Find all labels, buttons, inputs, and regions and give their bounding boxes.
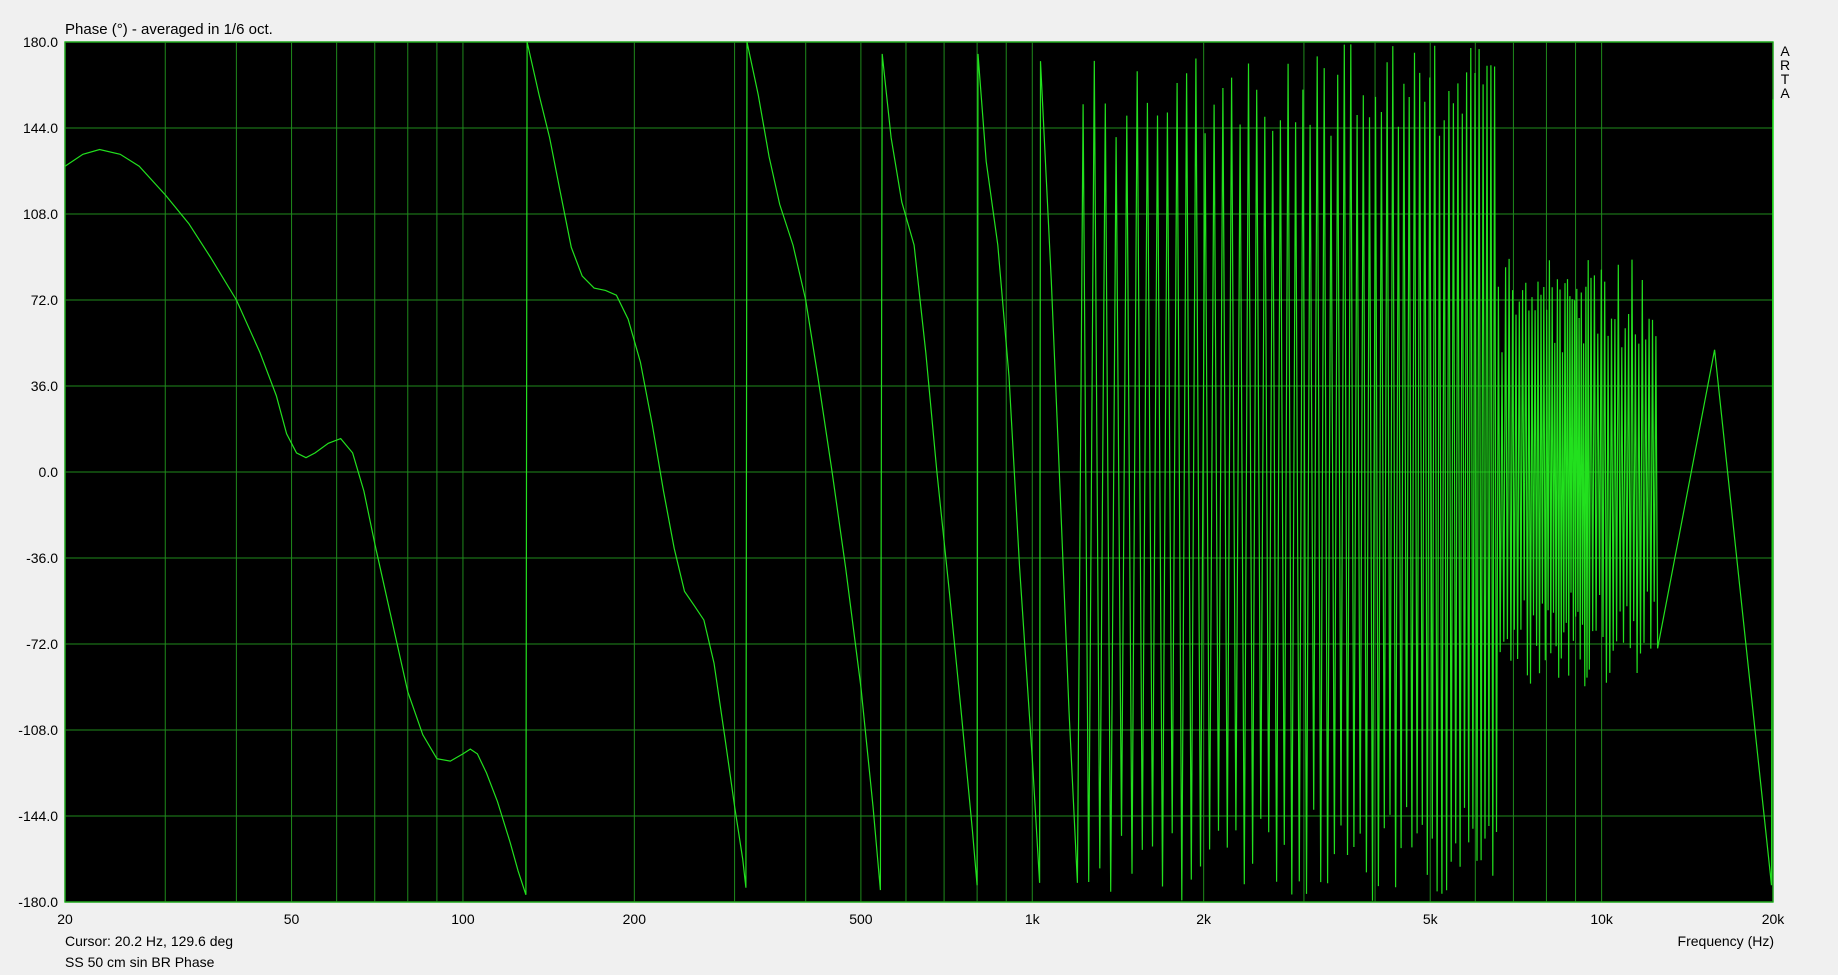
- x-axis-label: Frequency (Hz): [1677, 933, 1774, 949]
- arta-badge: ARTA: [1779, 43, 1791, 101]
- x-tick-label: 1k: [1024, 911, 1040, 927]
- y-tick-label: -144.0: [18, 808, 58, 824]
- x-tick-label: 20k: [1761, 911, 1785, 927]
- y-tick-label: 0.0: [38, 464, 58, 480]
- x-tick-label: 20: [57, 911, 73, 927]
- y-tick-label: 72.0: [30, 292, 58, 308]
- y-tick-label: -72.0: [26, 636, 58, 652]
- x-tick-label: 50: [283, 911, 300, 927]
- y-tick-label: 36.0: [30, 378, 58, 394]
- y-tick-label: 180.0: [22, 34, 58, 50]
- y-tick-label: -108.0: [18, 722, 58, 738]
- y-tick-label: 144.0: [22, 120, 58, 136]
- y-tick-label: 108.0: [22, 206, 58, 222]
- x-tick-label: 5k: [1422, 911, 1438, 927]
- x-tick-label: 2k: [1196, 911, 1212, 927]
- x-tick-label: 500: [849, 911, 873, 927]
- y-tick-label: -180.0: [18, 894, 58, 910]
- y-tick-label: -36.0: [26, 550, 58, 566]
- x-tick-label: 100: [451, 911, 475, 927]
- phase-plot[interactable]: [0, 0, 1838, 975]
- x-tick-label: 10k: [1590, 911, 1613, 927]
- x-tick-label: 200: [622, 911, 646, 927]
- cursor-readout: Cursor: 20.2 Hz, 129.6 deg: [65, 933, 234, 949]
- measurement-caption: SS 50 cm sin BR Phase: [65, 954, 215, 970]
